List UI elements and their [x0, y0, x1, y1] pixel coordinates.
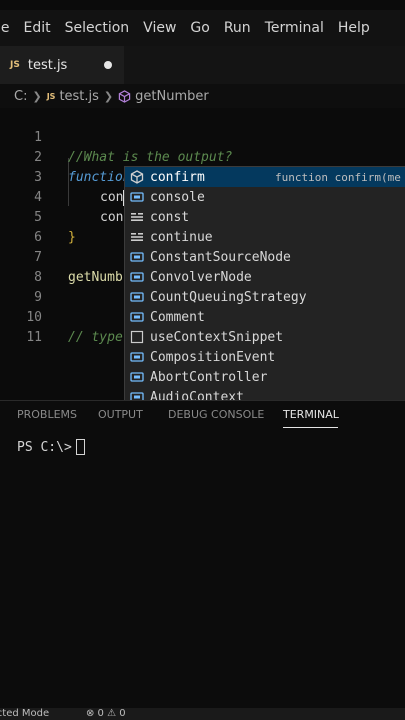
tab-test-js[interactable]: JS test.js: [0, 46, 124, 84]
variable-icon: [130, 190, 144, 204]
terminal-cursor: [75, 439, 85, 455]
tab-output[interactable]: OUTPUT: [98, 408, 143, 421]
suggest-label: AbortController: [150, 369, 268, 385]
tab-problems[interactable]: PROBLEMS: [17, 408, 77, 421]
suggest-item-usecontextsnippet[interactable]: useContextSnippet: [125, 327, 405, 347]
suggest-label: Comment: [150, 309, 205, 325]
code-line: 2 function getNumber(...args) {: [0, 128, 405, 185]
suggest-label: continue: [150, 229, 213, 245]
js-file-icon: JS: [10, 60, 20, 70]
breadcrumb: C: ❯ JS test.js ❯ getNumber: [0, 84, 405, 108]
tab-terminal[interactable]: TERMINAL: [283, 408, 339, 421]
suggest-label: CountQueuingStrategy: [150, 289, 307, 305]
code-line: 1 //What is the output?: [0, 108, 405, 165]
terminal-prompt: PS C:\>: [17, 439, 72, 455]
chevron-right-icon: ❯: [103, 89, 114, 103]
status-problems-count[interactable]: ⊗ 0 ⚠ 0: [86, 708, 126, 719]
suggest-label: CompositionEvent: [150, 349, 276, 365]
breadcrumb-file[interactable]: test.js: [59, 89, 98, 104]
status-restricted-mode[interactable]: icted Mode: [0, 708, 49, 719]
suggest-item-const[interactable]: const: [125, 207, 405, 227]
active-tab-indicator: [283, 427, 338, 428]
breadcrumb-symbol[interactable]: getNumber: [135, 89, 209, 104]
editor-tab-bar: JS test.js: [0, 46, 405, 84]
suggest-label: confirm: [150, 169, 205, 185]
variable-icon: [130, 310, 144, 324]
suggest-label: ConstantSourceNode: [150, 249, 291, 265]
cube-icon: [130, 170, 144, 184]
bottom-panel: PROBLEMS OUTPUT DEBUG CONSOLE TERMINAL P…: [0, 400, 405, 708]
menu-selection[interactable]: Selection: [65, 20, 130, 36]
menu-bar: le Edit Selection View Go Run Terminal H…: [0, 10, 405, 46]
suggest-item-confirm[interactable]: confirm function confirm(me: [125, 167, 405, 187]
suggest-item-console[interactable]: console: [125, 187, 405, 207]
suggest-item-continue[interactable]: continue: [125, 227, 405, 247]
variable-icon: [130, 290, 144, 304]
menu-go[interactable]: Go: [190, 20, 209, 36]
status-bar: icted Mode ⊗ 0 ⚠ 0: [0, 708, 405, 720]
tab-debug-console[interactable]: DEBUG CONSOLE: [168, 408, 264, 421]
menu-run[interactable]: Run: [224, 20, 251, 36]
variable-icon: [130, 270, 144, 284]
suggest-item-abortcontroller[interactable]: AbortController: [125, 367, 405, 387]
menu-view[interactable]: View: [143, 20, 176, 36]
keyword-icon: [130, 230, 144, 244]
suggest-label: useContextSnippet: [150, 329, 284, 345]
line-number: 11: [26, 330, 42, 345]
snippet-icon: [130, 330, 144, 344]
suggest-item-convolvernode[interactable]: ConvolverNode: [125, 267, 405, 287]
js-file-icon: JS: [46, 91, 56, 101]
code-line: 3 con: [0, 148, 405, 206]
terminal-output[interactable]: PS C:\>: [17, 439, 85, 455]
suggest-item-constantsourcenode[interactable]: ConstantSourceNode: [125, 247, 405, 267]
suggest-item-compositionevent[interactable]: CompositionEvent: [125, 347, 405, 367]
menu-edit[interactable]: Edit: [24, 20, 51, 36]
menu-help[interactable]: Help: [338, 20, 370, 36]
chevron-right-icon: ❯: [32, 89, 42, 103]
suggest-label: const: [150, 209, 190, 225]
menu-file[interactable]: le: [0, 20, 10, 36]
suggest-label: console: [150, 189, 205, 205]
suggest-detail: function confirm(me: [275, 170, 401, 184]
variable-icon: [130, 370, 144, 384]
suggest-item-comment[interactable]: Comment: [125, 307, 405, 327]
unsaved-dot-icon[interactable]: [104, 61, 112, 69]
tab-label: test.js: [27, 57, 68, 73]
variable-icon: [130, 350, 144, 364]
panel-tabs: PROBLEMS OUTPUT DEBUG CONSOLE TERMINAL: [0, 401, 405, 429]
code-comment: // type: [68, 330, 123, 345]
keyword-icon: [130, 210, 144, 224]
suggest-item-countqueuingstrategy[interactable]: CountQueuingStrategy: [125, 287, 405, 307]
suggest-label: ConvolverNode: [150, 269, 252, 285]
variable-icon: [130, 250, 144, 264]
method-cube-icon: [118, 89, 131, 103]
menu-terminal[interactable]: Terminal: [265, 20, 324, 36]
breadcrumb-root[interactable]: C:: [14, 89, 27, 104]
autocomplete-suggest-widget: confirm function confirm(me console cons…: [124, 166, 405, 406]
